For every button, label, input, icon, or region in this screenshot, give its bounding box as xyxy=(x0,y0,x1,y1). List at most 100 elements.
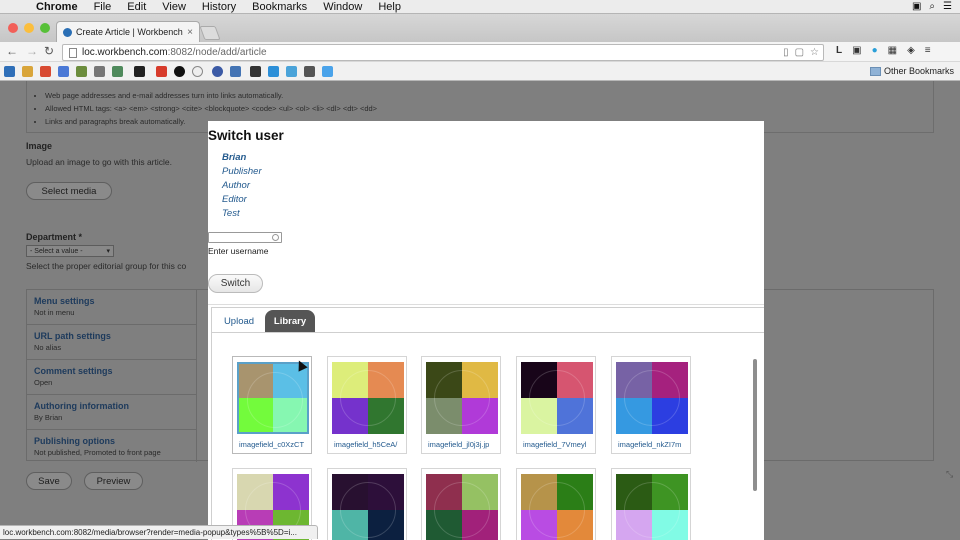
bookmark-mail-icon[interactable] xyxy=(22,66,33,77)
vertical-tab-list: Menu settings Not in menu URL path setti… xyxy=(27,290,197,462)
bookmark-dev-icon[interactable] xyxy=(212,66,223,77)
media-item[interactable] xyxy=(516,468,596,540)
vtab-comment-settings[interactable]: Comment settings Open xyxy=(27,360,196,395)
reload-icon[interactable]: ↻ xyxy=(44,44,54,58)
vtab-title: Publishing options xyxy=(34,436,115,446)
minimize-window-icon[interactable] xyxy=(24,23,34,33)
user-link-editor[interactable]: Editor xyxy=(222,193,262,207)
media-item[interactable]: imagefield_h5CeA/ xyxy=(327,356,407,454)
media-scrollbar[interactable] xyxy=(753,359,757,491)
bookmark-circle-icon[interactable] xyxy=(192,66,203,77)
vtab-url-path-settings[interactable]: URL path settings No alias xyxy=(27,325,196,360)
tab-title: Create Article | Workbench xyxy=(76,27,183,37)
menu-file[interactable]: File xyxy=(94,1,112,13)
user-link-brian[interactable]: Brian xyxy=(222,151,262,165)
media-caption[interactable]: imagefield_h5CeA/ xyxy=(334,440,404,449)
user-link-publisher[interactable]: Publisher xyxy=(222,165,262,179)
page-info-icon[interactable] xyxy=(69,47,77,58)
media-item[interactable] xyxy=(421,468,501,540)
department-selected-value: - Select a value - xyxy=(30,247,83,255)
tab-upload[interactable]: Upload xyxy=(216,310,262,332)
bookmark-google-icon[interactable] xyxy=(58,66,69,77)
menu-bookmarks[interactable]: Bookmarks xyxy=(252,1,307,13)
url-host: loc.workbench.com xyxy=(82,47,168,58)
status-bubble: loc.workbench.com:8082/media/browser?ren… xyxy=(0,525,318,539)
browser-tab[interactable]: Create Article | Workbench × xyxy=(56,21,200,42)
page-action-icon[interactable]: ▯ xyxy=(783,47,789,58)
menu-window[interactable]: Window xyxy=(323,1,362,13)
media-caption[interactable]: imagefield_7Vmeyl xyxy=(523,440,593,449)
resize-handle-icon[interactable]: ⤡ xyxy=(946,469,953,480)
bookmark-doc-icon[interactable] xyxy=(286,66,297,77)
media-item[interactable] xyxy=(327,468,407,540)
media-item[interactable]: imagefield_jl0j3j.jp xyxy=(421,356,501,454)
bookmark-tree-icon[interactable] xyxy=(76,66,87,77)
bookmark-puzzle-icon[interactable] xyxy=(250,66,261,77)
media-thumbnail xyxy=(616,362,688,434)
screen-record-icon[interactable]: ▣ xyxy=(912,1,921,12)
extension-action-icon[interactable]: ▢ xyxy=(795,47,804,58)
username-input[interactable] xyxy=(208,232,282,243)
bookmark-grid-icon[interactable] xyxy=(94,66,105,77)
switch-button[interactable]: Switch xyxy=(208,274,263,293)
bookmark-gmail-icon[interactable] xyxy=(40,66,51,77)
divider xyxy=(208,304,764,305)
menu-app-name[interactable]: Chrome xyxy=(36,1,78,13)
browser-toolbar: ← → ↻ loc.workbench.com:8082/node/add/ar… xyxy=(0,42,960,62)
vtab-menu-settings[interactable]: Menu settings Not in menu xyxy=(27,290,196,325)
vtab-title: Menu settings xyxy=(34,296,95,306)
vtab-title: Authoring information xyxy=(34,401,129,411)
bookmark-star-icon[interactable]: ☆ xyxy=(810,47,819,58)
bookmark-photo-icon[interactable] xyxy=(304,66,315,77)
address-bar[interactable]: loc.workbench.com:8082/node/add/article … xyxy=(62,44,824,61)
drupal-favicon-icon xyxy=(63,27,72,37)
media-caption[interactable]: imagefield_c0XzCT xyxy=(239,440,309,449)
menu-view[interactable]: View xyxy=(162,1,186,13)
media-thumbnail xyxy=(426,474,498,540)
department-select[interactable]: - Select a value - ▾ xyxy=(26,245,114,257)
vtab-authoring-information[interactable]: Authoring information By Brian xyxy=(27,395,196,430)
back-arrow-icon[interactable]: ← xyxy=(6,44,18,58)
bookmark-p-icon[interactable] xyxy=(174,66,185,77)
save-button[interactable]: Save xyxy=(26,472,72,490)
extension-grid-icon[interactable]: ▦ xyxy=(888,45,897,56)
extension-clipboard-icon[interactable]: ▣ xyxy=(852,45,861,56)
extension-l-icon[interactable]: L xyxy=(836,45,842,56)
chrome-menu-icon[interactable]: ≡ xyxy=(925,45,931,56)
menu-history[interactable]: History xyxy=(202,1,236,13)
bookmark-pause-icon[interactable] xyxy=(156,66,167,77)
extension-skype-icon[interactable]: ● xyxy=(872,45,878,56)
zoom-window-icon[interactable] xyxy=(40,23,50,33)
menu-edit[interactable]: Edit xyxy=(127,1,146,13)
forward-arrow-icon[interactable]: → xyxy=(26,44,38,58)
other-bookmarks[interactable]: Other Bookmarks xyxy=(869,66,954,76)
chevron-down-icon: ▾ xyxy=(106,248,110,255)
close-tab-icon[interactable]: × xyxy=(187,27,193,38)
bookmark-imdb-icon[interactable] xyxy=(134,66,145,77)
new-tab-button[interactable] xyxy=(199,26,221,40)
media-caption[interactable]: imagefield_nkZI7m xyxy=(618,440,688,449)
close-window-icon[interactable] xyxy=(8,23,18,33)
bookmark-drupal-icon[interactable] xyxy=(4,66,15,77)
tab-library[interactable]: Library xyxy=(265,310,315,332)
media-thumbnail xyxy=(426,362,498,434)
media-item[interactable]: imagefield_nkZI7m xyxy=(611,356,691,454)
user-link-author[interactable]: Author xyxy=(222,179,262,193)
bookmark-h-icon[interactable] xyxy=(112,66,123,77)
media-item[interactable]: imagefield_7Vmeyl xyxy=(516,356,596,454)
notification-list-icon[interactable]: ☰ xyxy=(943,1,952,12)
vtab-publishing-options[interactable]: Publishing options Not published, Promot… xyxy=(27,430,196,465)
menu-help[interactable]: Help xyxy=(378,1,401,13)
media-caption[interactable]: imagefield_jl0j3j.jp xyxy=(428,440,498,449)
bookmark-a-icon[interactable] xyxy=(268,66,279,77)
media-thumbnail xyxy=(521,474,593,540)
preview-button[interactable]: Preview xyxy=(84,472,143,490)
select-media-button[interactable]: Select media xyxy=(26,182,112,200)
media-thumbnail xyxy=(521,362,593,434)
extension-layers-icon[interactable]: ◈ xyxy=(907,45,915,56)
spotlight-icon[interactable]: ⌕ xyxy=(929,1,935,12)
user-link-test[interactable]: Test xyxy=(222,207,262,221)
bookmark-shield-icon[interactable] xyxy=(230,66,241,77)
media-item[interactable] xyxy=(611,468,691,540)
bookmark-twitter-icon[interactable] xyxy=(322,66,333,77)
